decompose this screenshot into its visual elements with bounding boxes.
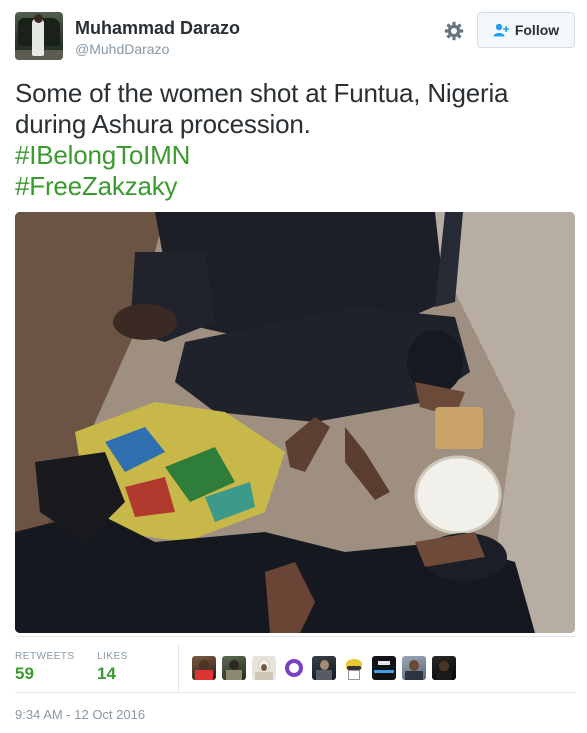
hashtag-ibelongtoimn[interactable]: #IBelongToIMN [15,140,570,171]
avatar-head [34,14,43,23]
liker-avatar[interactable] [342,656,366,680]
user-handle[interactable]: @MuhdDarazo [75,41,169,57]
liker-avatar[interactable] [372,656,396,680]
stats-top-divider [15,636,575,637]
tweet-card: Muhammad Darazo @MuhdDarazo Follow Some … [0,0,587,733]
liker-avatar[interactable] [282,656,306,680]
liker-avatar[interactable] [222,656,246,680]
stats-vertical-divider [178,645,179,691]
likes-count[interactable]: 14 [97,664,116,684]
follow-button[interactable]: Follow [477,12,575,48]
stats-bottom-divider [15,692,575,693]
liker-avatars [192,656,456,680]
follow-button-label: Follow [514,22,560,38]
gear-icon[interactable] [443,20,465,42]
tweet-photo-image [15,212,575,633]
hashtag-freezakzaky[interactable]: #FreeZakzaky [15,171,570,202]
user-display-name[interactable]: Muhammad Darazo [75,18,240,39]
tweet-timestamp[interactable]: 9:34 AM - 12 Oct 2016 [15,707,145,722]
tweet-text-block: Some of the women shot at Funtua, Nigeri… [15,78,570,202]
liker-avatar[interactable] [312,656,336,680]
likes-label[interactable]: LIKES [97,651,128,662]
add-user-icon [493,23,509,37]
liker-avatar[interactable] [192,656,216,680]
profile-avatar[interactable] [15,12,63,60]
retweets-count[interactable]: 59 [15,664,34,684]
liker-avatar[interactable] [252,656,276,680]
retweets-label[interactable]: RETWEETS [15,651,75,662]
liker-avatar[interactable] [432,656,456,680]
gear-icon-svg [444,21,464,41]
liker-avatar[interactable] [402,656,426,680]
tweet-text: Some of the women shot at Funtua, Nigeri… [15,78,509,139]
avatar-person [32,18,44,56]
tweet-photo[interactable] [15,212,575,633]
